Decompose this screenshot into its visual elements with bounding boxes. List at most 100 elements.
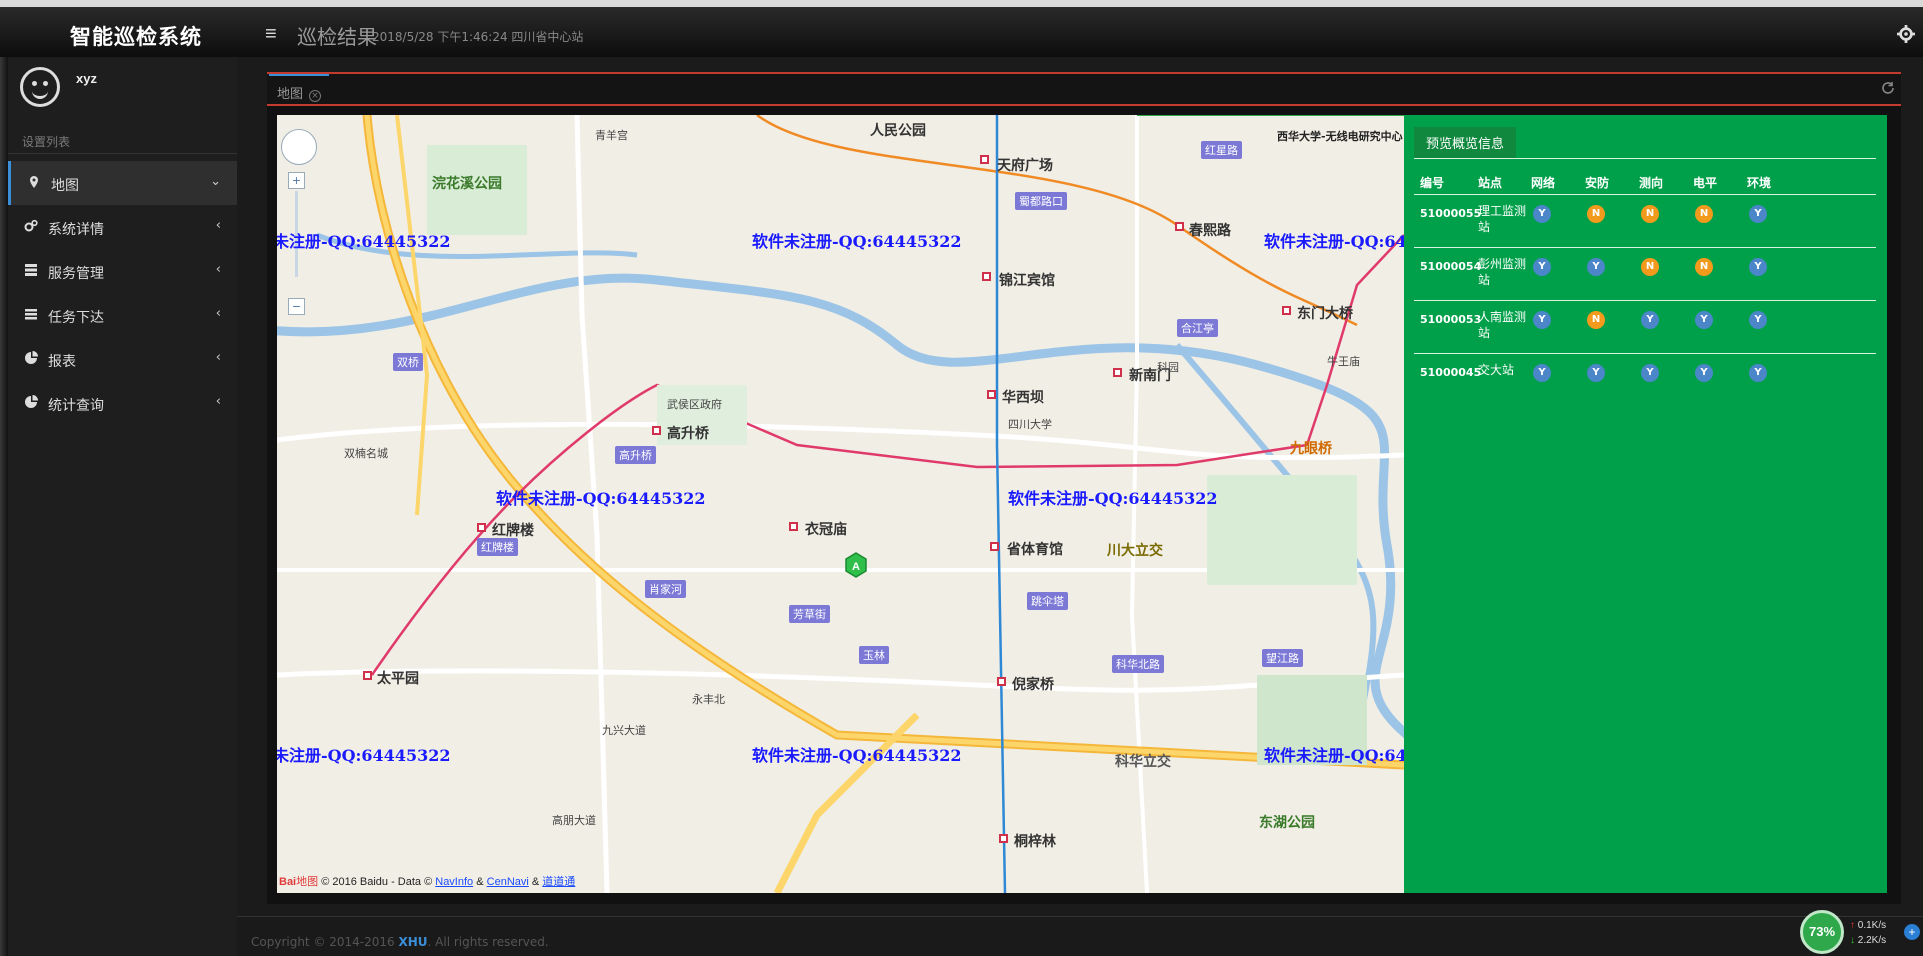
column-header: 编号 [1420, 176, 1445, 190]
map-road-tag: 蜀都路口 [1015, 192, 1067, 210]
poi: 东湖公园 [1259, 815, 1315, 831]
sidebar-item-map[interactable]: 地图 ⌄ [8, 161, 237, 205]
gears-icon [24, 219, 38, 232]
status-badge: Y [1587, 258, 1605, 276]
navinfo-link[interactable]: NavInfo [435, 876, 473, 888]
close-icon[interactable]: × [309, 90, 322, 102]
poi: 红牌楼 [492, 523, 534, 539]
tab-map[interactable]: 地图 × [269, 74, 330, 104]
poi: 浣花溪公园 [432, 176, 502, 192]
unregistered-watermark: 未注册-QQ:64445322 [277, 746, 451, 765]
poi: 人民公园 [870, 123, 926, 139]
overview-divider [1414, 158, 1876, 159]
map-road-tag: 双桥 [393, 353, 423, 371]
menu-toggle-icon[interactable]: ≡ [265, 23, 277, 46]
station-marker-icon[interactable]: A [844, 552, 868, 578]
top-header: 智能巡检系统 ≡ 巡检结果 2018/5/28 下午1:46:24 四川省中心站 [0, 7, 1923, 57]
plus-icon[interactable]: + [1904, 924, 1920, 940]
zoom-out-button[interactable]: − [288, 298, 305, 315]
map-road-tag: 高升桥 [615, 446, 656, 464]
map-road-tag: 合江亭 [1177, 319, 1218, 337]
column-header: 测向 [1639, 176, 1664, 190]
table-row[interactable]: 51000045 交大站 Y Y Y Y Y [1414, 354, 1876, 406]
column-header: 电平 [1693, 176, 1718, 190]
metro-station-icon [363, 671, 372, 680]
sidebar-item-system-detail[interactable]: 系统详情 ‹ [8, 205, 237, 249]
tasks-icon [25, 309, 37, 320]
sidebar-item-service-manage[interactable]: 服务管理 ‹ [8, 249, 237, 293]
panel-tab-bar: 地图 × [267, 72, 1901, 104]
metro-station-icon [1282, 306, 1291, 315]
sidebar-divider [8, 153, 237, 154]
upload-speed: 0.1K/s [1857, 920, 1887, 931]
copyright-text: Copyright © 2014-2016 XHU. All rights re… [251, 935, 549, 949]
station-code: 51000053 [1420, 313, 1482, 326]
metro-station-icon [980, 155, 989, 164]
gear-icon[interactable] [1897, 25, 1915, 43]
status-badge: Y [1749, 311, 1767, 329]
unregistered-watermark: 软件未注册-QQ:64445322 [752, 232, 962, 251]
station-code: 51000045 [1420, 366, 1482, 379]
footer: Copyright © 2014-2016 XHU. All rights re… [237, 916, 1923, 956]
sidebar-item-stats-query[interactable]: 统计查询 ‹ [8, 381, 237, 425]
status-badge: N [1695, 258, 1713, 276]
map-copyright-sep: & [531, 876, 540, 888]
poi: 武侯区政府 [667, 398, 722, 411]
map-road-tag: 芳草街 [789, 605, 830, 623]
poi: 牛王庙 [1327, 355, 1360, 368]
metro-station-icon [789, 522, 798, 531]
station-name: 交大站 [1478, 363, 1515, 377]
baidu-map-logo: 地图 [296, 876, 319, 888]
poi: 四川大学 [1008, 418, 1052, 431]
page-title: 巡检结果 [297, 25, 377, 49]
metro-station-icon [987, 390, 996, 399]
poi: 川大立交 [1107, 543, 1163, 559]
status-badge: Y [1587, 364, 1605, 382]
status-badge: Y [1695, 364, 1713, 382]
poi: 太平园 [377, 671, 419, 687]
copyright-brand-link[interactable]: XHU [399, 935, 428, 949]
sidebar-item-task-dispatch[interactable]: 任务下达 ‹ [8, 293, 237, 337]
sidebar-item-label: 报表 [48, 354, 76, 370]
status-badge: N [1695, 205, 1713, 223]
poi: 锦江宾馆 [999, 273, 1055, 289]
map-road-tag: 红牌楼 [477, 538, 518, 556]
poi: 桐梓林 [1014, 834, 1056, 850]
brand-title: 智能巡检系统 [70, 25, 202, 49]
poi: 科华立交 [1115, 754, 1171, 770]
zoom-in-button[interactable]: + [288, 172, 305, 189]
table-row[interactable]: 51000054 彭州监测站 Y Y N N Y [1414, 248, 1876, 300]
map-road-tag: 玉林 [859, 646, 889, 664]
metro-station-icon [999, 834, 1008, 843]
unregistered-watermark: 软件未注册-QQ:64445322 [1008, 489, 1218, 508]
poi: 省体育馆 [1007, 542, 1063, 558]
map-pan-control[interactable] [281, 129, 317, 165]
table-row[interactable]: 51000055 理工监测站 Y N N N Y [1414, 195, 1876, 247]
sidebar-item-label: 统计查询 [48, 398, 104, 414]
cennavi-link[interactable]: CenNavi [487, 876, 529, 888]
network-monitor-gauge[interactable]: 73% [1800, 910, 1844, 954]
unregistered-watermark: 软件未注册-QQ:64 [1264, 746, 1404, 765]
avatar[interactable] [20, 67, 60, 107]
page-subtitle: 2018/5/28 下午1:46:24 四川省中心站 [372, 30, 584, 44]
poi: 天府广场 [997, 158, 1053, 174]
map-view[interactable]: + − 浣花溪公园 西华大学-无线电研究中心 人民公园 天府广场 锦江宾馆 春熙… [277, 115, 1404, 893]
table-row[interactable]: 51000053 人南监测站 Y N Y Y Y [1414, 301, 1876, 353]
network-speed: ↑ 0.1K/s ↓ 2.2K/s [1850, 918, 1886, 948]
metro-station-icon [477, 523, 486, 532]
download-speed: 2.2K/s [1857, 935, 1887, 946]
map-road-tag: 肖家河 [645, 580, 686, 598]
daodao-link[interactable]: 道道通 [542, 876, 575, 888]
overview-table-header: 编号 站点 网络 安防 测向 电平 环境 [1414, 168, 1876, 194]
tab-label: 地图 [277, 87, 304, 102]
status-badge: Y [1641, 364, 1659, 382]
unregistered-watermark: 软件未注册-QQ:64 [1264, 232, 1404, 251]
station-name: 彭州监测站 [1478, 257, 1527, 287]
sidebar-item-report[interactable]: 报表 ‹ [8, 337, 237, 381]
metro-station-icon [990, 542, 999, 551]
sidebar-nav: 地图 ⌄ 系统详情 ‹ 服务管理 ‹ 任务下达 ‹ 报表 ‹ 统计查询 ‹ [8, 161, 237, 425]
sidebar-item-label: 地图 [51, 178, 79, 194]
refresh-icon[interactable] [1881, 81, 1895, 95]
overview-panel: 预览概览信息 编号 站点 网络 安防 测向 电平 环境 51000055 理工监… [1404, 115, 1887, 893]
unregistered-watermark: 未注册-QQ:64445322 [277, 232, 451, 251]
